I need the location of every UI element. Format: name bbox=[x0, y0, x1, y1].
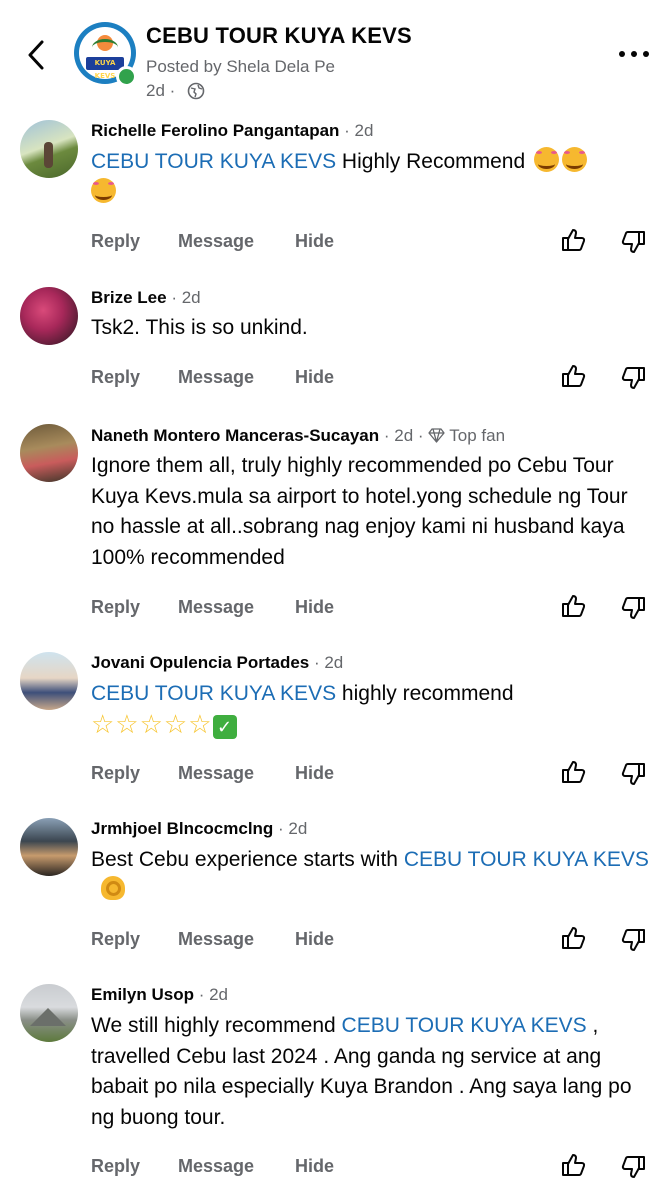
comment-text: Best Cebu experience starts with CEBU TO… bbox=[91, 845, 651, 906]
thumbs-down-icon[interactable] bbox=[621, 365, 647, 391]
comment-time: · 2d bbox=[193, 985, 228, 1004]
thumbs-down-icon[interactable] bbox=[621, 1154, 647, 1180]
page-mention-link[interactable]: CEBU TOUR KUYA KEVS bbox=[91, 150, 336, 173]
reply-button[interactable]: Reply bbox=[91, 929, 140, 950]
posted-by-label: Posted by Shela Dela Pe bbox=[146, 57, 336, 76]
comment-text: Ignore them all, truly highly recommende… bbox=[91, 454, 628, 569]
page-mention-link[interactable]: CEBU TOUR KUYA KEVS bbox=[404, 848, 649, 871]
message-button[interactable]: Message bbox=[178, 1156, 254, 1177]
thumbs-up-icon[interactable] bbox=[560, 593, 586, 619]
reply-button[interactable]: Reply bbox=[91, 231, 140, 252]
commenter-name[interactable]: Brize Lee bbox=[91, 288, 167, 307]
message-button[interactable]: Message bbox=[178, 367, 254, 388]
diamond-icon bbox=[428, 428, 445, 443]
thumbs-up-icon[interactable] bbox=[560, 363, 586, 389]
hide-button[interactable]: Hide bbox=[295, 929, 334, 950]
thumbs-up-icon[interactable] bbox=[560, 227, 586, 253]
thumbs-down-icon[interactable] bbox=[621, 761, 647, 787]
smiling-face-hearts-emoji bbox=[562, 147, 587, 172]
message-button[interactable]: Message bbox=[178, 231, 254, 252]
star-emojis: ☆☆☆☆☆ bbox=[91, 709, 213, 740]
comment-text: CEBU TOUR KUYA KEVS highly recommend ☆☆☆☆… bbox=[91, 682, 514, 740]
post-time: 2d · bbox=[146, 81, 176, 100]
commenter-name[interactable]: Naneth Montero Manceras-Sucayan bbox=[91, 426, 379, 445]
online-status-dot bbox=[116, 66, 137, 87]
hide-button[interactable]: Hide bbox=[295, 597, 334, 618]
commenter-name[interactable]: Richelle Ferolino Pangantapan bbox=[91, 121, 339, 140]
ok-hand-emoji bbox=[101, 875, 125, 900]
commenter-name[interactable]: Jrmhjoel Blncocmclng bbox=[91, 819, 273, 838]
thumbs-down-icon[interactable] bbox=[621, 229, 647, 255]
commenter-name[interactable]: Jovani Opulencia Portades bbox=[91, 653, 309, 672]
back-arrow-icon[interactable] bbox=[22, 38, 52, 72]
message-button[interactable]: Message bbox=[178, 597, 254, 618]
hide-button[interactable]: Hide bbox=[295, 1156, 334, 1177]
commenter-name[interactable]: Emilyn Usop bbox=[91, 985, 194, 1004]
message-button[interactable]: Message bbox=[178, 763, 254, 784]
comment-time: · 2d bbox=[166, 288, 201, 307]
message-button[interactable]: Message bbox=[178, 929, 254, 950]
thumbs-down-icon[interactable] bbox=[621, 927, 647, 953]
smiling-face-hearts-emoji bbox=[91, 177, 116, 203]
avatar[interactable] bbox=[20, 818, 78, 876]
top-fan-badge: Top fan bbox=[449, 426, 506, 445]
hide-button[interactable]: Hide bbox=[295, 231, 334, 252]
check-mark-emoji: ✓ bbox=[212, 714, 237, 739]
thumbs-up-icon[interactable] bbox=[560, 925, 586, 951]
comment-time: · 2d bbox=[309, 653, 344, 672]
comment-text: CEBU TOUR KUYA KEVS Highly Recommend bbox=[91, 147, 651, 208]
comment-text: We still highly recommend CEBU TOUR KUYA… bbox=[91, 1014, 632, 1129]
thumbs-up-icon[interactable] bbox=[560, 1152, 586, 1178]
page-mention-link[interactable]: CEBU TOUR KUYA KEVS bbox=[91, 682, 336, 705]
avatar[interactable] bbox=[20, 652, 78, 710]
avatar[interactable] bbox=[20, 984, 78, 1042]
more-options-icon[interactable] bbox=[614, 40, 654, 68]
avatar[interactable] bbox=[20, 120, 78, 178]
avatar[interactable] bbox=[20, 287, 78, 345]
avatar[interactable] bbox=[20, 424, 78, 482]
page-title[interactable]: CEBU TOUR KUYA KEVS bbox=[146, 23, 412, 49]
smiling-face-hearts-emoji bbox=[534, 147, 559, 172]
reply-button[interactable]: Reply bbox=[91, 763, 140, 784]
comment-time: · 2d bbox=[339, 121, 374, 140]
page-mention-link[interactable]: CEBU TOUR KUYA KEVS bbox=[342, 1014, 587, 1037]
hide-button[interactable]: Hide bbox=[295, 763, 334, 784]
reply-button[interactable]: Reply bbox=[91, 1156, 140, 1177]
reply-button[interactable]: Reply bbox=[91, 597, 140, 618]
reply-button[interactable]: Reply bbox=[91, 367, 140, 388]
post-header: KUYA KEVS CEBU TOUR KUYA KEVS Posted by … bbox=[0, 0, 670, 112]
comment-time: · 2d bbox=[273, 819, 308, 838]
globe-icon bbox=[187, 82, 205, 100]
comment-time: · 2d · bbox=[379, 426, 429, 445]
thumbs-down-icon[interactable] bbox=[621, 595, 647, 621]
comment-text: Tsk2. This is so unkind. bbox=[91, 316, 308, 339]
thumbs-up-icon[interactable] bbox=[560, 759, 586, 785]
hide-button[interactable]: Hide bbox=[295, 367, 334, 388]
